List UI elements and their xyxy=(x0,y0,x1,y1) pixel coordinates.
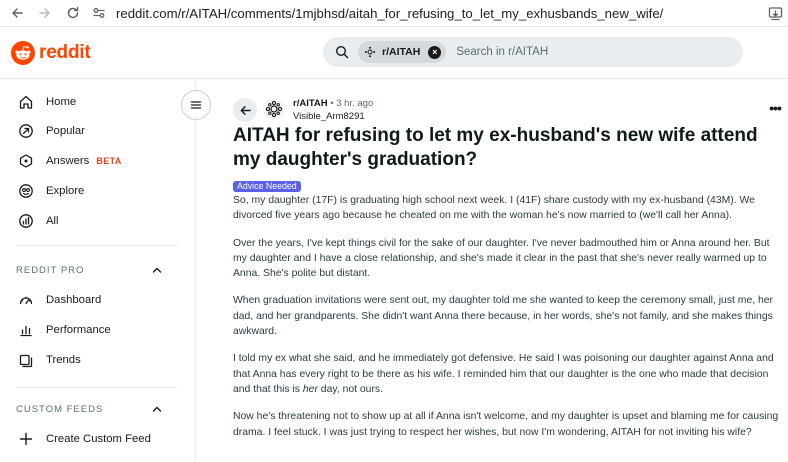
sidebar-item-explore[interactable]: Explore xyxy=(16,179,84,203)
url-text[interactable]: reddit.com/r/AITAH/comments/1mjbhsd/aita… xyxy=(116,6,663,21)
menu-icon xyxy=(190,101,202,109)
arrow-left-icon xyxy=(12,8,23,18)
arrow-left-icon xyxy=(240,105,251,115)
sidebar-item-label: Create Custom Feed xyxy=(46,433,151,445)
post-paragraph: Now he's threatening not to show up at a… xyxy=(233,411,779,438)
sidebar-item-home[interactable]: Home xyxy=(16,90,76,114)
reddit-snoo-icon xyxy=(11,41,35,65)
chip-label: r/AITAH xyxy=(382,46,421,58)
sidebar-item-label: Performance xyxy=(46,324,111,336)
sidebar-item-label: Dashboard xyxy=(46,294,102,306)
explore-icon xyxy=(16,181,36,201)
back-button[interactable] xyxy=(233,98,257,122)
sidebar-item-performance[interactable]: Performance xyxy=(16,318,111,342)
post-paragraph: I told my ex what she said, and he immed… xyxy=(233,351,781,397)
collapse-sidebar-button[interactable] xyxy=(181,90,211,120)
popular-icon xyxy=(16,121,36,141)
more-options-icon[interactable]: ••• xyxy=(766,100,784,116)
home-icon xyxy=(16,92,36,112)
subreddit-icon xyxy=(364,46,376,58)
answers-icon xyxy=(16,151,36,171)
dashboard-icon xyxy=(16,290,36,310)
sidebar-divider xyxy=(16,245,178,246)
browser-forward-button[interactable] xyxy=(34,2,56,24)
post-title: AITAH for refusing to let my ex-husband'… xyxy=(233,125,758,170)
chevron-up-icon[interactable] xyxy=(150,263,164,277)
sidebar-item-all[interactable]: All xyxy=(16,209,59,233)
post-meta: r/AITAH • 3 hr. ago xyxy=(293,98,373,109)
download-icon[interactable] xyxy=(764,2,786,24)
subreddit-filter-chip[interactable]: r/AITAH × xyxy=(358,41,447,63)
author-link[interactable]: Visible_Arm8291 xyxy=(293,111,365,122)
chevron-up-icon[interactable] xyxy=(150,402,164,416)
post-paragraph: When graduation invitations were sent ou… xyxy=(233,295,774,338)
subreddit-link[interactable]: r/AITAH xyxy=(293,98,328,109)
sidebar-item-label: Explore xyxy=(46,185,85,197)
browser-toolbar: reddit.com/r/AITAH/comments/1mjbhsd/aita… xyxy=(0,0,788,27)
all-icon xyxy=(16,211,36,231)
section-title-reddit-pro[interactable]: REDDIT PRO xyxy=(16,262,84,278)
trends-icon xyxy=(16,350,36,370)
post-timestamp: • 3 hr. ago xyxy=(330,98,374,109)
plus-icon xyxy=(16,429,36,449)
browser-back-button[interactable] xyxy=(6,2,28,24)
sidebar-item-label: Home xyxy=(46,96,77,108)
sidebar-item-trends[interactable]: Trends xyxy=(16,348,81,372)
emphasis-text: her xyxy=(302,383,318,395)
section-title-custom-feeds[interactable]: CUSTOM FEEDS xyxy=(16,401,103,417)
sidebar-item-create-custom-feed[interactable]: Create Custom Feed xyxy=(16,427,151,451)
sidebar-item-label: Popular xyxy=(46,125,85,137)
paragraph-text: day, not ours. xyxy=(317,383,383,395)
sidebar-divider xyxy=(16,387,178,388)
sidebar-item-label: All xyxy=(46,215,59,227)
close-icon[interactable]: × xyxy=(428,45,442,59)
beta-badge: BETA xyxy=(96,156,122,166)
sidebar-item-answers[interactable]: Answers BETA xyxy=(16,149,122,173)
site-header: reddit r/AITAH × Search in r/AITAH xyxy=(0,27,788,79)
sidebar-item-label: Answers xyxy=(46,155,90,167)
reload-icon xyxy=(67,7,79,19)
logo-wordmark: reddit xyxy=(39,42,91,63)
subreddit-icon xyxy=(265,100,283,118)
post-body: So, my daughter (17F) is graduating high… xyxy=(233,193,781,452)
post-flair[interactable]: Advice Needed xyxy=(233,181,301,192)
search-icon xyxy=(333,43,351,61)
subreddit-avatar[interactable] xyxy=(263,98,285,120)
browser-reload-button[interactable] xyxy=(62,2,84,24)
reddit-logo[interactable]: reddit xyxy=(11,41,91,65)
address-bar[interactable]: reddit.com/r/AITAH/comments/1mjbhsd/aita… xyxy=(90,2,764,24)
site-settings-icon[interactable] xyxy=(90,4,108,22)
sidebar-item-label: Trends xyxy=(46,354,81,366)
left-sidebar: Home Popular Answers BETA Explore All RE… xyxy=(0,80,211,462)
performance-icon xyxy=(16,320,36,340)
post-paragraph: So, my daughter (17F) is graduating high… xyxy=(233,195,755,222)
search-bar[interactable]: r/AITAH × Search in r/AITAH xyxy=(323,37,743,67)
arrow-right-icon xyxy=(39,8,50,18)
sidebar-item-popular[interactable]: Popular xyxy=(16,119,85,143)
post-paragraph: Over the years, I've kept things civil f… xyxy=(233,237,770,280)
search-input[interactable]: Search in r/AITAH xyxy=(456,46,548,58)
sidebar-item-dashboard[interactable]: Dashboard xyxy=(16,288,101,312)
